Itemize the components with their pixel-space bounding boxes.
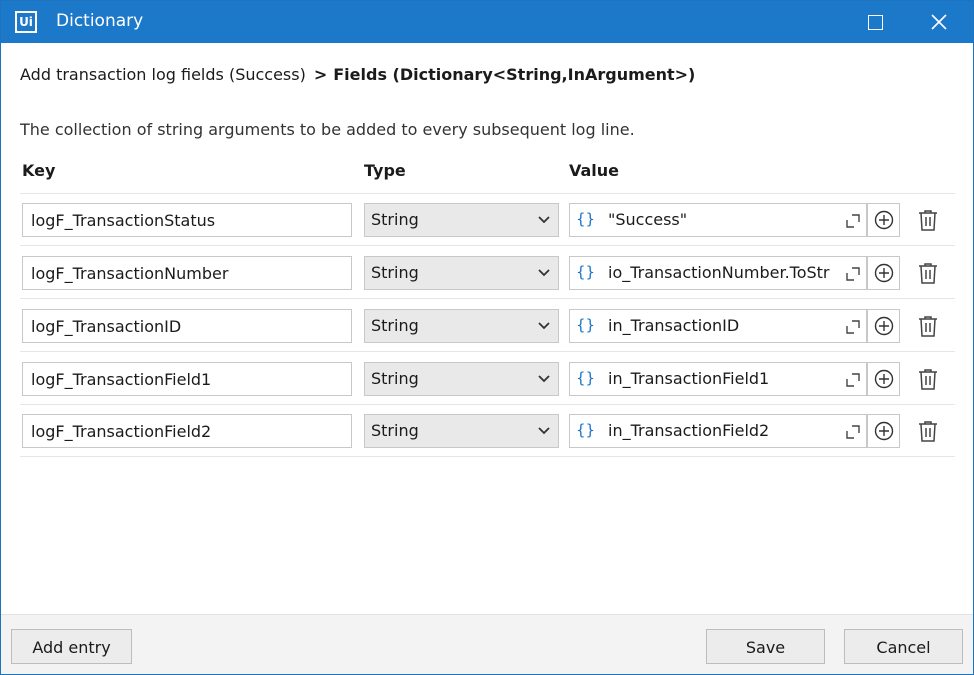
value-input[interactable]: {} io_TransactionNumber.ToString — [569, 256, 867, 290]
expression-icon: {} — [576, 263, 596, 281]
key-input[interactable] — [22, 309, 352, 343]
close-icon — [931, 14, 947, 30]
uipath-logo-icon: Ui — [15, 11, 37, 33]
property-description: The collection of string arguments to be… — [20, 120, 635, 139]
trash-icon[interactable] — [916, 261, 940, 285]
column-header-type: Type — [364, 161, 406, 180]
value-text: io_TransactionNumber.ToString — [608, 263, 830, 282]
trash-icon[interactable] — [916, 419, 940, 443]
value-text: in_TransactionField2 — [608, 421, 770, 440]
breadcrumb: Add transaction log fields (Success) > Fie… — [20, 65, 695, 84]
value-input[interactable]: {} in_TransactionID — [569, 309, 867, 343]
entry-row: String {} "Success" — [1, 203, 973, 239]
entry-row: String {} io_TransactionNumber.ToString — [1, 256, 973, 292]
type-dropdown[interactable]: String — [364, 256, 559, 290]
value-text: in_TransactionField1 — [608, 369, 770, 388]
breadcrumb-current: Fields (Dictionary<String,InArgument>) — [333, 65, 696, 84]
key-input[interactable] — [22, 256, 352, 290]
trash-icon[interactable] — [916, 314, 940, 338]
expand-icon[interactable] — [846, 267, 860, 281]
type-dropdown[interactable]: String — [364, 203, 559, 237]
dialog-footer: Add entry Save Cancel — [1, 614, 973, 674]
plus-circle-icon — [874, 316, 893, 336]
type-value: String — [371, 316, 419, 335]
value-text: in_TransactionID — [608, 316, 740, 335]
maximize-button[interactable] — [847, 1, 903, 43]
value-input[interactable]: {} in_TransactionField2 — [569, 414, 867, 448]
type-value: String — [371, 369, 419, 388]
row-divider — [20, 245, 955, 246]
row-divider — [20, 456, 955, 457]
expand-icon[interactable] — [846, 320, 860, 334]
expression-icon: {} — [576, 316, 596, 334]
plus-circle-icon — [874, 369, 893, 389]
column-header-value: Value — [569, 161, 620, 180]
row-divider — [20, 351, 955, 352]
title-bar: Ui Dictionary — [1, 1, 973, 43]
save-button[interactable]: Save — [706, 629, 825, 664]
row-divider — [20, 298, 955, 299]
key-input[interactable] — [22, 203, 352, 237]
type-value: String — [371, 263, 419, 282]
add-value-button[interactable] — [867, 309, 900, 343]
column-header-key: Key — [22, 161, 56, 180]
add-value-button[interactable] — [867, 256, 900, 290]
chevron-down-icon — [538, 269, 550, 277]
add-entry-button[interactable]: Add entry — [11, 629, 132, 664]
maximize-icon — [867, 14, 883, 30]
cancel-button[interactable]: Cancel — [844, 629, 963, 664]
chevron-down-icon — [538, 322, 550, 330]
row-divider — [20, 404, 955, 405]
type-dropdown[interactable]: String — [364, 414, 559, 448]
expression-icon: {} — [576, 369, 596, 387]
add-value-button[interactable] — [867, 414, 900, 448]
trash-icon[interactable] — [916, 367, 940, 391]
expand-icon[interactable] — [846, 425, 860, 439]
type-dropdown[interactable]: String — [364, 309, 559, 343]
plus-circle-icon — [874, 263, 893, 283]
breadcrumb-parent: Add transaction log fields (Success) — [20, 65, 306, 84]
chevron-down-icon — [538, 375, 550, 383]
value-input[interactable]: {} in_TransactionField1 — [569, 362, 867, 396]
trash-icon[interactable] — [916, 208, 940, 232]
type-value: String — [371, 210, 419, 229]
type-dropdown[interactable]: String — [364, 362, 559, 396]
add-value-button[interactable] — [867, 362, 900, 396]
row-divider — [20, 193, 955, 194]
plus-circle-icon — [874, 210, 893, 230]
breadcrumb-separator: > — [313, 65, 328, 84]
chevron-down-icon — [538, 216, 550, 224]
key-input[interactable] — [22, 414, 352, 448]
dictionary-dialog: Ui Dictionary Add transaction log fields… — [0, 0, 974, 675]
type-value: String — [371, 421, 419, 440]
expand-icon[interactable] — [846, 373, 860, 387]
expression-icon: {} — [576, 210, 596, 228]
entry-row: String {} in_TransactionID — [1, 309, 973, 345]
entry-row: String {} in_TransactionField1 — [1, 362, 973, 398]
chevron-down-icon — [538, 427, 550, 435]
add-value-button[interactable] — [867, 203, 900, 237]
key-input[interactable] — [22, 362, 352, 396]
value-text: "Success" — [608, 210, 688, 229]
window-title: Dictionary — [56, 11, 144, 31]
close-button[interactable] — [911, 1, 967, 43]
expand-icon[interactable] — [846, 214, 860, 228]
entry-row: String {} in_TransactionField2 — [1, 414, 973, 450]
plus-circle-icon — [874, 421, 893, 441]
value-input[interactable]: {} "Success" — [569, 203, 867, 237]
expression-icon: {} — [576, 421, 596, 439]
